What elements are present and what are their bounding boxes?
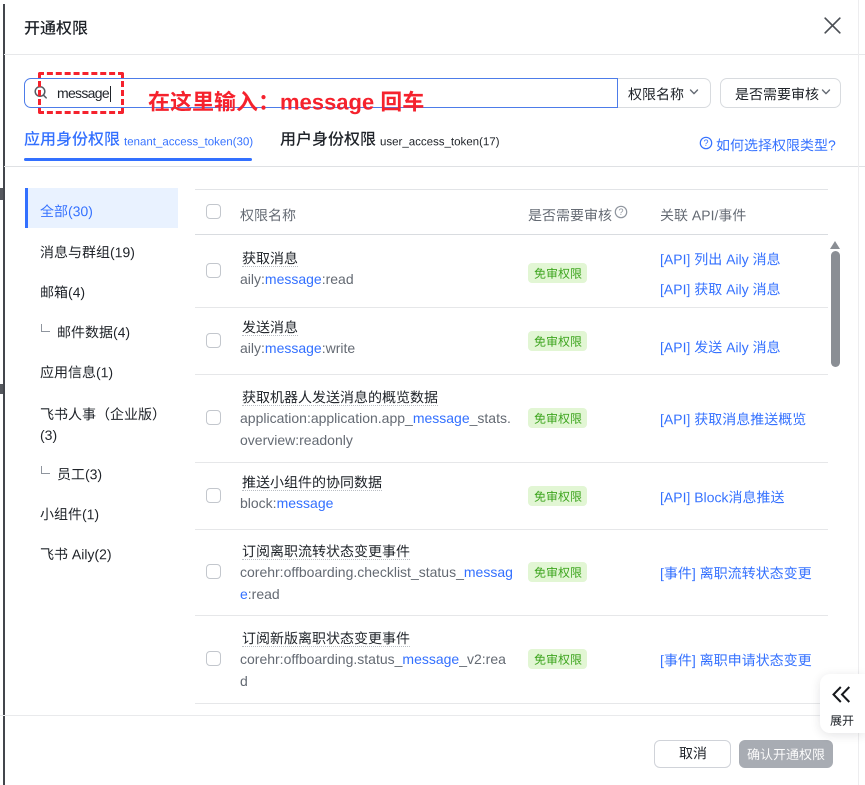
svg-text:?: ? bbox=[618, 207, 623, 217]
svg-text:?: ? bbox=[703, 138, 708, 148]
